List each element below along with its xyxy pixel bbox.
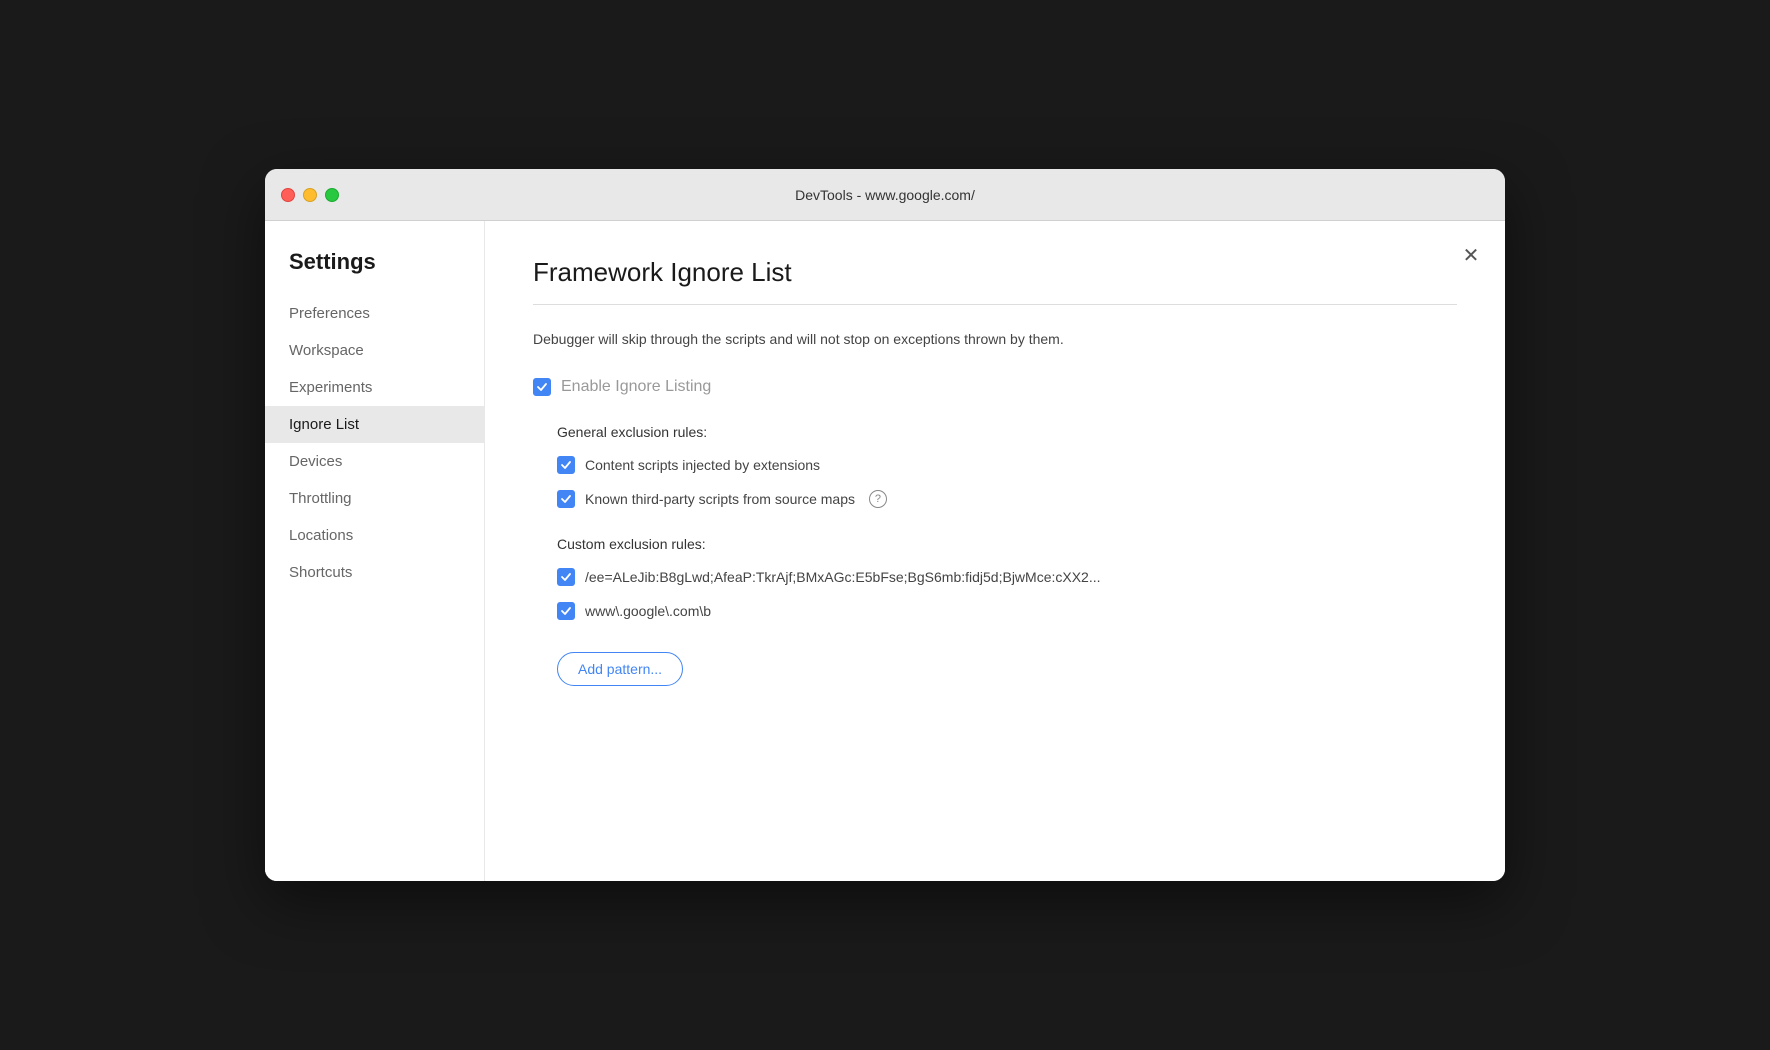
main-panel: ✕ Framework Ignore List Debugger will sk… (485, 221, 1505, 881)
sidebar-item-shortcuts[interactable]: Shortcuts (265, 554, 484, 591)
sidebar-item-devices[interactable]: Devices (265, 443, 484, 480)
title-divider (533, 304, 1457, 305)
custom-exclusion-label: Custom exclusion rules: (557, 536, 1457, 552)
enable-ignore-listing-label: Enable Ignore Listing (561, 378, 711, 396)
settings-heading: Settings (265, 249, 484, 295)
add-pattern-button[interactable]: Add pattern... (557, 652, 683, 686)
sidebar-item-locations[interactable]: Locations (265, 517, 484, 554)
content-scripts-checkbox[interactable] (557, 456, 575, 474)
sidebar-item-ignore-list[interactable]: Ignore List (265, 406, 484, 443)
third-party-scripts-checkbox[interactable] (557, 490, 575, 508)
custom-rule-1-row: /ee=ALeJib:B8gLwd;AfeaP:TkrAjf;BMxAGc:E5… (557, 568, 1457, 586)
titlebar-title: DevTools - www.google.com/ (795, 187, 975, 203)
page-title: Framework Ignore List (533, 257, 1457, 288)
settings-content: Settings Preferences Workspace Experimen… (265, 221, 1505, 881)
close-button[interactable]: ✕ (1457, 241, 1485, 269)
close-traffic-light[interactable] (281, 188, 295, 202)
custom-rule-1-label: /ee=ALeJib:B8gLwd;AfeaP:TkrAjf;BMxAGc:E5… (585, 569, 1101, 585)
general-rule-1-row: Content scripts injected by extensions (557, 456, 1457, 474)
custom-rule-2-checkbox[interactable] (557, 602, 575, 620)
custom-rule-1-checkbox[interactable] (557, 568, 575, 586)
settings-sidebar: Settings Preferences Workspace Experimen… (265, 221, 485, 881)
page-description: Debugger will skip through the scripts a… (533, 329, 1457, 350)
custom-rule-2-label: www\.google\.com\b (585, 603, 711, 619)
custom-rule-2-row: www\.google\.com\b (557, 602, 1457, 620)
sidebar-item-throttling[interactable]: Throttling (265, 480, 484, 517)
enable-ignore-listing-checkbox[interactable] (533, 378, 551, 396)
sidebar-item-workspace[interactable]: Workspace (265, 332, 484, 369)
titlebar: DevTools - www.google.com/ (265, 169, 1505, 221)
help-icon[interactable]: ? (869, 490, 887, 508)
general-exclusion-section: General exclusion rules: Content scripts… (533, 424, 1457, 508)
sidebar-item-experiments[interactable]: Experiments (265, 369, 484, 406)
custom-exclusion-section: Custom exclusion rules: /ee=ALeJib:B8gLw… (533, 536, 1457, 686)
content-scripts-label: Content scripts injected by extensions (585, 457, 820, 473)
devtools-window: DevTools - www.google.com/ Settings Pref… (265, 169, 1505, 881)
general-exclusion-label: General exclusion rules: (557, 424, 1457, 440)
enable-ignore-listing-row: Enable Ignore Listing (533, 378, 1457, 396)
minimize-traffic-light[interactable] (303, 188, 317, 202)
traffic-lights (281, 188, 339, 202)
general-rule-2-row: Known third-party scripts from source ma… (557, 490, 1457, 508)
maximize-traffic-light[interactable] (325, 188, 339, 202)
third-party-scripts-label: Known third-party scripts from source ma… (585, 491, 855, 507)
sidebar-item-preferences[interactable]: Preferences (265, 295, 484, 332)
